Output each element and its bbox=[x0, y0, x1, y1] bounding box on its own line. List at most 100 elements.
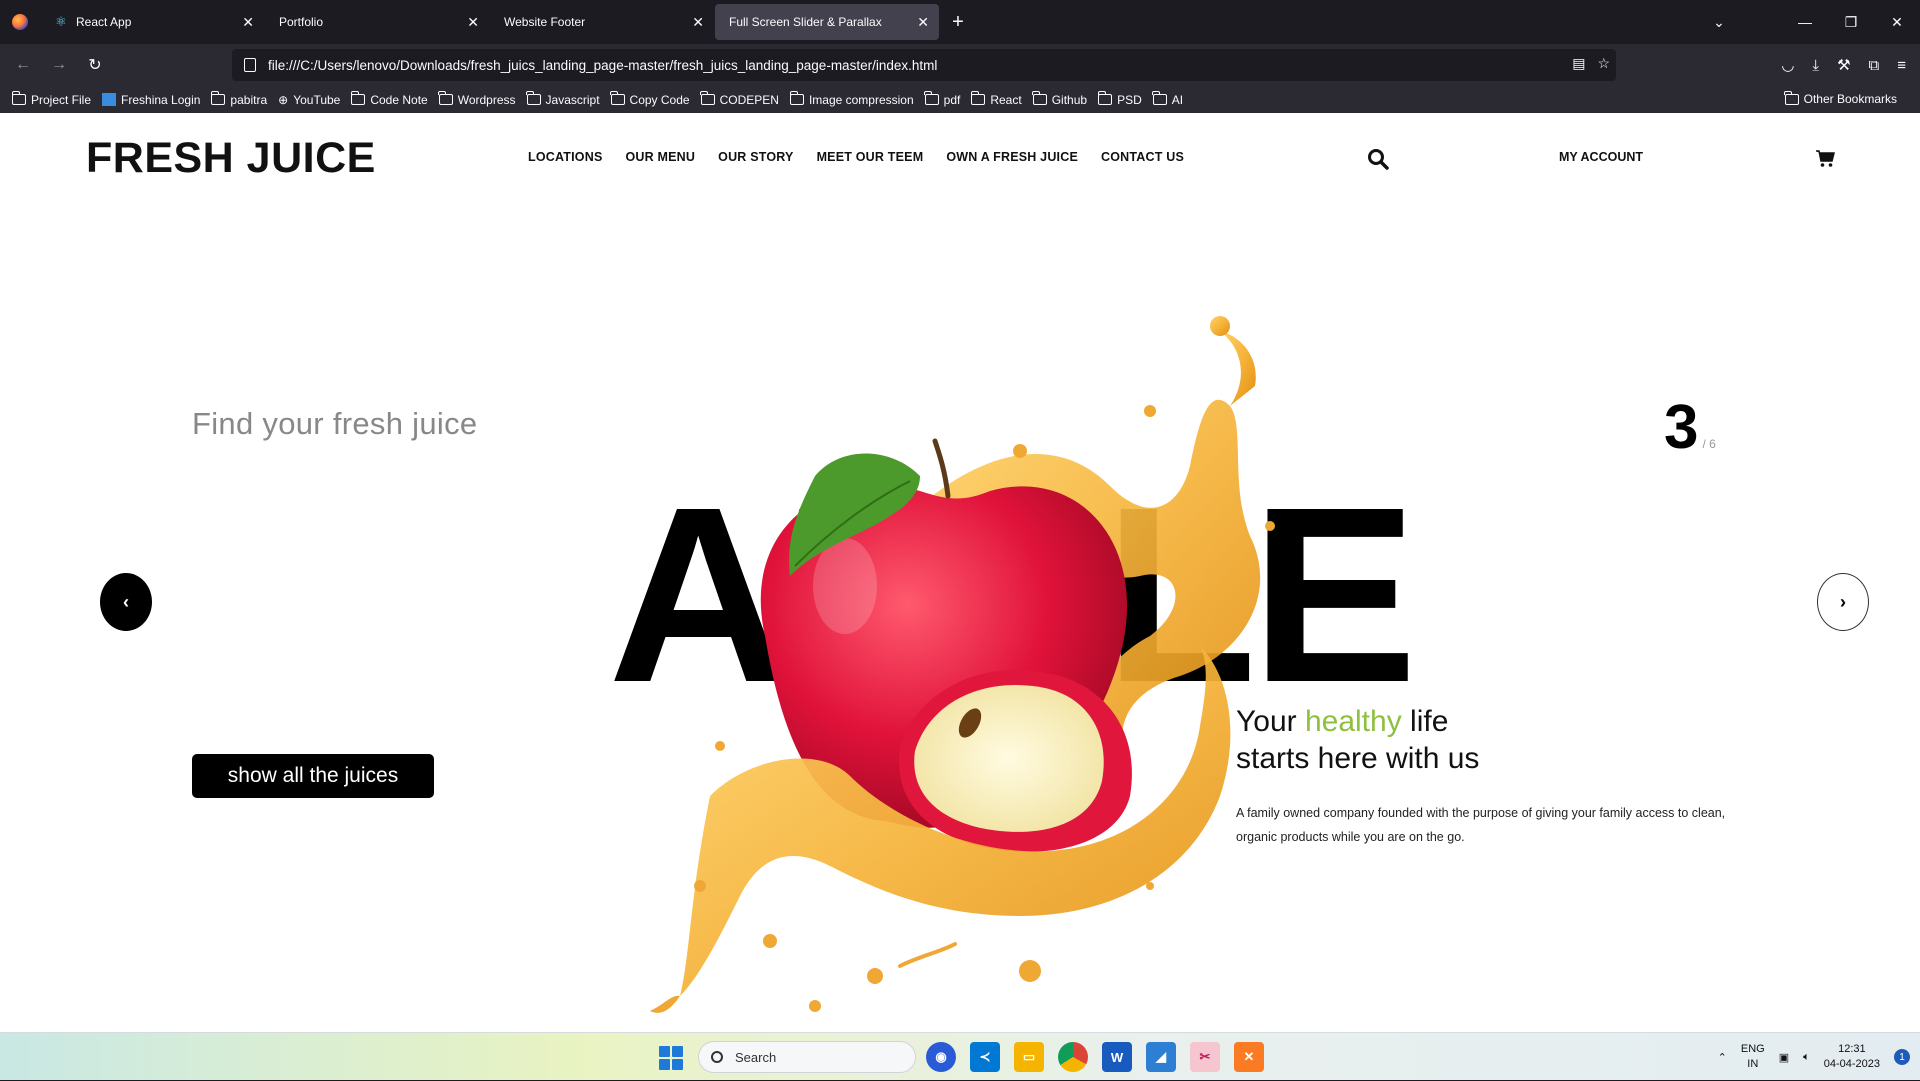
bookmark-item[interactable]: pabitra bbox=[211, 91, 267, 107]
site-logo[interactable]: FRESH JUICE bbox=[86, 134, 376, 183]
nav-locations[interactable]: LOCATIONS bbox=[528, 150, 602, 164]
clock[interactable]: 12:31 04-04-2023 bbox=[1824, 1042, 1880, 1072]
bookmark-item[interactable]: PSD bbox=[1097, 91, 1142, 107]
language-indicator[interactable]: ENG IN bbox=[1741, 1042, 1765, 1072]
system-tray: ⌃ ENG IN ▣ 🔈︎ 12:31 04-04-2023 1 bbox=[1718, 1033, 1910, 1081]
tab-label: Full Screen Slider & Parallax bbox=[729, 15, 882, 29]
volume-icon[interactable]: 🔈︎ bbox=[1803, 1051, 1810, 1064]
other-bookmarks[interactable]: Other Bookmarks bbox=[1784, 90, 1897, 106]
firefox-taskbar-icon[interactable]: ◉ bbox=[926, 1042, 956, 1072]
bookmark-item[interactable]: React bbox=[970, 91, 1022, 107]
nav-own-a-fresh-juice[interactable]: OWN A FRESH JUICE bbox=[946, 150, 1078, 164]
bookmark-item[interactable]: Wordpress bbox=[438, 91, 516, 107]
bookmark-item[interactable]: Code Note bbox=[350, 91, 428, 107]
folder-icon bbox=[970, 91, 986, 105]
slide-counter: 3/ 6 bbox=[1664, 392, 1716, 463]
prev-slide-button[interactable]: ‹ bbox=[100, 573, 152, 631]
snipping-tool-taskbar-icon[interactable]: ✂ bbox=[1190, 1042, 1220, 1072]
site-favicon bbox=[102, 93, 117, 106]
minimize-button[interactable]: — bbox=[1782, 14, 1828, 30]
window-controls: ⌄ — ❐ ✕ bbox=[1696, 0, 1920, 44]
tab-label: Website Footer bbox=[504, 15, 586, 29]
nav-toolbar: ← → ↻ file:///C:/Users/lenovo/Downloads/… bbox=[0, 44, 1920, 86]
folder-icon bbox=[924, 91, 939, 105]
bookmark-item[interactable]: ⊕ YouTube bbox=[278, 93, 340, 107]
page-icon bbox=[244, 58, 256, 72]
xampp-taskbar-icon[interactable]: ✕ bbox=[1234, 1042, 1264, 1072]
restore-button[interactable]: ❐ bbox=[1828, 14, 1874, 31]
list-tabs-icon[interactable]: ⌄ bbox=[1696, 14, 1742, 31]
pocket-icon[interactable]: ◡ bbox=[1781, 56, 1794, 74]
bookmark-item[interactable]: Image compression bbox=[789, 91, 914, 107]
folder-icon bbox=[700, 91, 715, 105]
bookmark-item[interactable]: Github bbox=[1032, 91, 1087, 107]
close-window-button[interactable]: ✕ bbox=[1874, 14, 1920, 31]
folder-icon bbox=[526, 91, 541, 105]
show-all-juices-button[interactable]: show all the juices bbox=[192, 754, 434, 798]
nav-meet-our-team[interactable]: MEET OUR TEEM bbox=[817, 150, 924, 164]
back-button[interactable]: ← bbox=[6, 48, 40, 82]
forward-button[interactable]: → bbox=[42, 48, 76, 82]
tab-portfolio[interactable]: Portfolio ✕ bbox=[265, 4, 489, 40]
bookmark-item[interactable]: Freshina Login bbox=[102, 93, 200, 107]
reload-button[interactable]: ↻ bbox=[78, 48, 112, 82]
react-icon: ⚛ bbox=[55, 14, 67, 29]
folder-icon bbox=[610, 91, 625, 105]
nav-our-menu[interactable]: OUR MENU bbox=[625, 150, 695, 164]
taskbar-search[interactable]: Search bbox=[698, 1041, 916, 1073]
firefox-view-icon[interactable] bbox=[0, 0, 40, 44]
search-icon bbox=[711, 1051, 723, 1063]
chevron-up-icon[interactable]: ⌃ bbox=[1718, 1051, 1727, 1064]
next-slide-button[interactable]: › bbox=[1817, 573, 1869, 631]
bookmark-item[interactable]: pdf bbox=[924, 91, 960, 107]
folder-icon bbox=[1032, 91, 1047, 105]
network-icon[interactable]: ▣ bbox=[1779, 1051, 1789, 1064]
nav-contact-us[interactable]: CONTACT US bbox=[1101, 150, 1184, 164]
url-text[interactable]: file:///C:/Users/lenovo/Downloads/fresh_… bbox=[268, 58, 937, 73]
windows-start-icon[interactable] bbox=[659, 1046, 683, 1070]
file-explorer-taskbar-icon[interactable]: ▭ bbox=[1014, 1042, 1044, 1072]
apple-juice-image bbox=[650, 316, 1275, 1013]
reader-view-icon[interactable]: ▤ bbox=[1572, 55, 1585, 72]
cart-icon[interactable] bbox=[1815, 148, 1835, 168]
url-bar[interactable]: file:///C:/Users/lenovo/Downloads/fresh_… bbox=[232, 49, 1616, 81]
my-account-link[interactable]: MY ACCOUNT bbox=[1559, 150, 1643, 164]
tab-react-app[interactable]: ⚛ React App ✕ bbox=[40, 4, 264, 40]
slide-current: 3 bbox=[1664, 393, 1699, 462]
hero-headline: Your healthy life starts here with us bbox=[1236, 705, 1480, 775]
slide-total: / 6 bbox=[1702, 437, 1716, 451]
folder-icon bbox=[1784, 90, 1799, 105]
folder-icon bbox=[350, 91, 366, 105]
page-content: FRESH JUICE LOCATIONS OUR MENU OUR STORY… bbox=[0, 113, 1920, 1032]
tab-label: React App bbox=[76, 15, 132, 29]
dev-tools-icon[interactable]: ⚒ bbox=[1837, 56, 1850, 74]
headline-accent: healthy bbox=[1304, 705, 1402, 738]
extensions-icon[interactable]: ⧉ bbox=[1869, 57, 1880, 74]
close-icon[interactable]: ✕ bbox=[917, 14, 929, 30]
main-nav: LOCATIONS OUR MENU OUR STORY MEET OUR TE… bbox=[528, 150, 1184, 164]
close-icon[interactable]: ✕ bbox=[467, 14, 479, 30]
photos-taskbar-icon[interactable]: ◢ bbox=[1146, 1042, 1176, 1072]
hero-tagline: Find your fresh juice bbox=[192, 406, 478, 441]
bookmark-item[interactable]: CODEPEN bbox=[700, 91, 779, 107]
bookmark-item[interactable]: Project File bbox=[11, 91, 91, 107]
bookmark-item[interactable]: Copy Code bbox=[610, 91, 690, 107]
new-tab-button[interactable]: + bbox=[940, 4, 976, 40]
menu-icon[interactable]: ≡ bbox=[1897, 57, 1906, 74]
notification-badge[interactable]: 1 bbox=[1894, 1049, 1910, 1065]
word-taskbar-icon[interactable]: W bbox=[1102, 1042, 1132, 1072]
close-icon[interactable]: ✕ bbox=[692, 14, 704, 30]
search-icon[interactable] bbox=[1367, 148, 1389, 170]
vscode-taskbar-icon[interactable]: ≺ bbox=[970, 1042, 1000, 1072]
tab-full-screen-slider[interactable]: Full Screen Slider & Parallax ✕ bbox=[715, 4, 939, 40]
chrome-taskbar-icon[interactable] bbox=[1058, 1042, 1088, 1072]
bookmark-item[interactable]: Javascript bbox=[526, 91, 600, 107]
nav-our-story[interactable]: OUR STORY bbox=[718, 150, 793, 164]
tab-bar: ⚛ React App ✕ Portfolio ✕ Website Footer… bbox=[0, 0, 1920, 44]
downloads-icon[interactable]: ⤓ bbox=[1812, 57, 1819, 74]
folder-icon bbox=[789, 91, 804, 105]
close-icon[interactable]: ✕ bbox=[242, 14, 254, 30]
tab-website-footer[interactable]: Website Footer ✕ bbox=[490, 4, 714, 40]
bookmark-item[interactable]: AI bbox=[1152, 91, 1183, 107]
bookmark-star-icon[interactable]: ☆ bbox=[1597, 55, 1610, 72]
